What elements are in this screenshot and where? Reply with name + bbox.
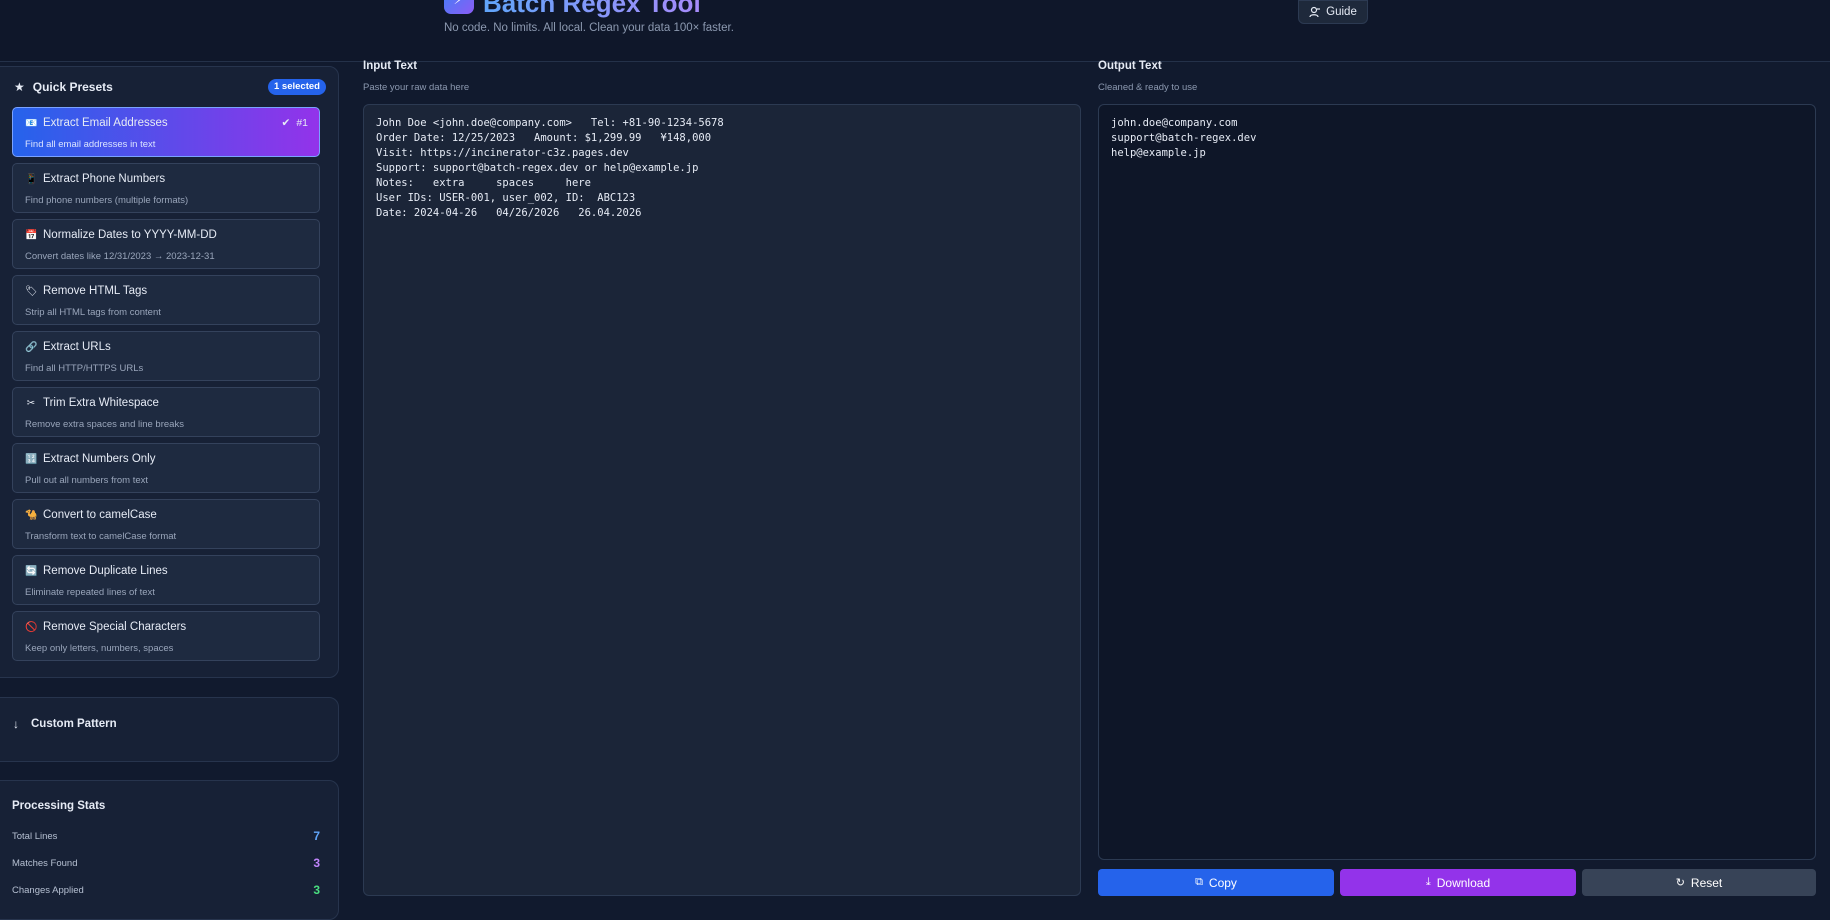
reset-button[interactable]: ↻ Reset (1582, 869, 1816, 896)
preset-remove-html[interactable]: 🏷 Remove HTML Tags Strip all HTML tags fr… (12, 275, 320, 325)
preset-title: Extract Numbers Only (43, 453, 156, 465)
output-label: Output Text (1098, 60, 1162, 72)
stat-value: 3 (313, 856, 320, 870)
preset-desc: Eliminate repeated lines of text (25, 587, 155, 598)
preset-title: Extract Phone Numbers (43, 173, 166, 185)
stat-changes-applied: Changes Applied 3 (12, 883, 320, 897)
email-icon: 📧 (25, 117, 38, 129)
stat-label: Matches Found (12, 858, 78, 869)
guide-button[interactable]: Guide (1298, 0, 1368, 24)
guide-icon (1309, 6, 1321, 18)
preset-desc: Find all email addresses in text (25, 139, 156, 150)
preset-remove-special[interactable]: 🚫 Remove Special Characters Keep only let… (12, 611, 320, 661)
guide-label: Guide (1326, 6, 1357, 18)
preset-desc: Find phone numbers (multiple formats) (25, 195, 189, 206)
copy-button[interactable]: ⧉ Copy (1098, 869, 1334, 896)
app-title: Batch Regex Tool (483, 0, 701, 19)
preset-title: Convert to camelCase (43, 509, 157, 521)
copy-icon: ⧉ (1195, 876, 1203, 888)
download-button[interactable]: ⤓ Download (1340, 869, 1576, 896)
stat-value: 7 (313, 829, 320, 843)
preset-title: Remove Duplicate Lines (43, 565, 168, 577)
stat-label: Changes Applied (12, 885, 84, 896)
presets-heading: ★ Quick Presets (14, 80, 113, 94)
repeat-icon: 🔄 (25, 565, 38, 577)
stat-label: Total Lines (12, 831, 58, 842)
lightning-icon: ⚡ (444, 0, 474, 14)
stat-total-lines: Total Lines 7 (12, 829, 320, 843)
preset-trim-whitespace[interactable]: ✂ Trim Extra Whitespace Remove extra spac… (12, 387, 320, 437)
link-icon: 🔗 (25, 341, 38, 353)
preset-normalize-dates[interactable]: 📅 Normalize Dates to YYYY-MM-DD Convert d… (12, 219, 320, 269)
preset-title: Extract URLs (43, 341, 111, 353)
preset-desc: Transform text to camelCase format (25, 531, 177, 542)
prohibited-icon: 🚫 (25, 621, 38, 633)
preset-extract-numbers[interactable]: 🔢 Extract Numbers Only Pull out all numbe… (12, 443, 320, 493)
app-subtitle: No code. No limits. All local. Clean you… (444, 22, 734, 34)
numbers-icon: 🔢 (25, 453, 38, 465)
preset-title: Normalize Dates to YYYY-MM-DD (43, 229, 217, 241)
phone-icon: 📱 (25, 173, 38, 185)
preset-title: Remove Special Characters (43, 621, 187, 633)
preset-extract-phone[interactable]: 📱 Extract Phone Numbers Find phone number… (12, 163, 320, 213)
download-icon: ⤓ (1425, 876, 1431, 888)
presets-heading-label: Quick Presets (32, 80, 113, 94)
star-icon: ★ (14, 80, 25, 94)
output-textarea[interactable]: john.doe@company.com support@batch-regex… (1098, 104, 1816, 860)
preset-rank: #1 (296, 117, 308, 129)
preset-extract-email[interactable]: 📧 Extract Email Addresses Find all email … (12, 107, 320, 157)
stat-matches-found: Matches Found 3 (12, 856, 320, 870)
preset-camelcase[interactable]: 🐪 Convert to camelCase Transform text to … (12, 499, 320, 549)
input-textarea[interactable]: John Doe <john.doe@company.com> Tel: +81… (363, 104, 1081, 896)
custom-pattern-label: Custom Pattern (31, 718, 117, 730)
download-label: Download (1436, 875, 1491, 890)
preset-desc: Pull out all numbers from text (25, 475, 149, 486)
app-header: ⚡ Batch Regex Tool No code. No limits. A… (0, 0, 1830, 62)
output-hint: Cleaned & ready to use (1098, 82, 1198, 93)
custom-pattern-toggle[interactable]: ↓ Custom Pattern (0, 697, 339, 762)
preset-desc: Find all HTTP/HTTPS URLs (25, 363, 144, 374)
preset-desc: Keep only letters, numbers, spaces (25, 643, 174, 654)
input-hint: Paste your raw data here (363, 82, 470, 93)
preset-extract-urls[interactable]: 🔗 Extract URLs Find all HTTP/HTTPS URLs (12, 331, 320, 381)
reset-label: Reset (1690, 875, 1723, 890)
stats-heading: Processing Stats (12, 800, 106, 812)
preset-desc: Convert dates like 12/31/2023 → 2023-12-… (25, 251, 215, 262)
stat-value: 3 (313, 883, 320, 897)
preset-title: Trim Extra Whitespace (43, 397, 159, 409)
scissors-icon: ✂ (26, 397, 36, 409)
copy-label: Copy (1208, 875, 1237, 890)
selected-badge: 1 selected (268, 79, 326, 95)
calendar-icon: 📅 (25, 229, 38, 241)
check-circle-icon: ✔ (281, 117, 291, 129)
reset-icon: ↻ (1675, 877, 1685, 889)
preset-title: Extract Email Addresses (43, 117, 168, 129)
preset-desc: Remove extra spaces and line breaks (25, 419, 184, 430)
camel-icon: 🐪 (25, 509, 38, 521)
tag-icon: 🏷 (25, 285, 38, 297)
preset-title: Remove HTML Tags (43, 285, 148, 297)
preset-remove-duplicates[interactable]: 🔄 Remove Duplicate Lines Eliminate repeat… (12, 555, 320, 605)
preset-desc: Strip all HTML tags from content (25, 307, 161, 318)
arrow-down-icon: ↓ (13, 717, 19, 731)
input-label: Input Text (363, 60, 418, 72)
